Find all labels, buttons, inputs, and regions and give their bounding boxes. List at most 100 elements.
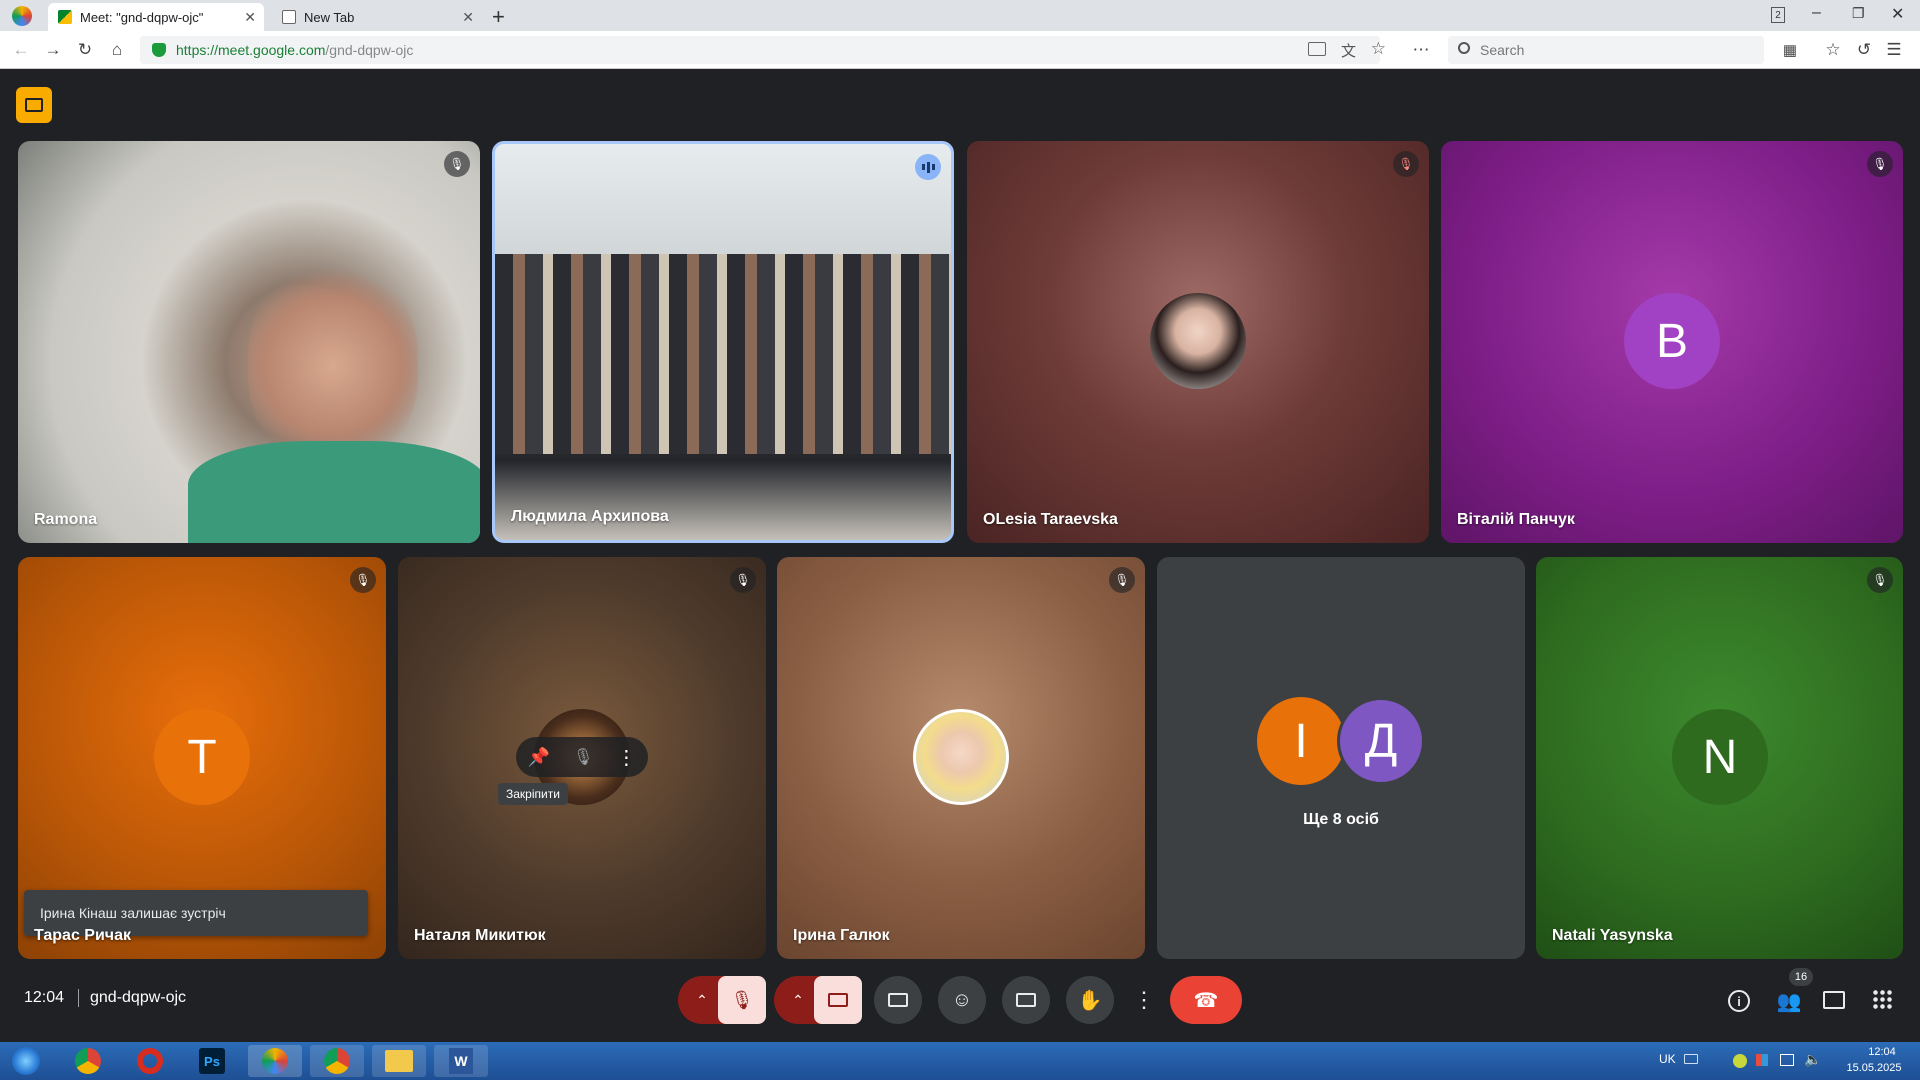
meeting-time: 12:04 — [24, 989, 65, 1006]
network-icon[interactable] — [1780, 1054, 1794, 1066]
participant-tile-iryna[interactable]: 🎙 Ірина Галюк — [777, 557, 1145, 959]
clock-time[interactable]: 12:04 — [1852, 1046, 1912, 1058]
chrome-taskbar-icon[interactable] — [66, 1045, 110, 1077]
photoshop-taskbar-icon[interactable]: Ps — [190, 1045, 234, 1077]
tab-meet[interactable]: Meet: "gnd-dqpw-ojc" ✕ — [48, 3, 264, 31]
mic-toggle-button[interactable]: 🎙 — [718, 976, 766, 1024]
action-center-flag-icon[interactable] — [1756, 1054, 1768, 1066]
mic-off-icon: 🎙 — [1867, 567, 1893, 593]
close-tab-icon[interactable]: ✕ — [244, 9, 256, 26]
back-icon[interactable]: ← — [10, 39, 32, 61]
browser-logo-icon[interactable] — [12, 6, 32, 26]
address-bar[interactable]: https://meet.google.com/gnd-dqpw-ojc 文 ☆ — [140, 36, 1386, 64]
others-count-label: Ще 8 осіб — [1303, 811, 1379, 828]
restore-button[interactable]: ❐ — [1852, 5, 1865, 22]
browser-taskbar-icon[interactable] — [248, 1045, 302, 1077]
captions-button[interactable] — [874, 976, 922, 1024]
tab-meet-label: Meet: "gnd-dqpw-ojc" — [80, 9, 204, 25]
tab-new[interactable]: New Tab ✕ — [272, 3, 482, 31]
language-indicator[interactable]: UK — [1659, 1052, 1676, 1066]
history-icon[interactable]: ↺ — [1853, 39, 1875, 61]
chat-icon[interactable] — [1823, 991, 1845, 1009]
participant-tile-ramona[interactable]: 🎙 Ramona — [18, 141, 480, 543]
participant-tile-vitalii[interactable]: В 🎙 Віталій Панчук — [1441, 141, 1903, 543]
participant-name: Тарас Ричак — [34, 927, 131, 944]
speaking-indicator-icon — [915, 154, 941, 180]
mic-off-icon: 🎙 — [1393, 151, 1419, 177]
meeting-divider — [78, 989, 79, 1007]
participant-tile-natalia[interactable]: 📌 🎙 ⋮ Закріпити 🎙 Наталя Микитюк — [398, 557, 766, 959]
camera-toggle-button[interactable] — [814, 976, 862, 1024]
participant-name: Ірина Галюк — [793, 927, 890, 944]
present-icon — [1016, 993, 1036, 1007]
clock-date[interactable]: 15.05.2025 — [1836, 1062, 1912, 1074]
chrome-window-taskbar-icon[interactable] — [310, 1045, 364, 1077]
leave-call-button[interactable]: ☎ — [1170, 976, 1242, 1024]
url-path: /gnd-dqpw-ojc — [325, 42, 414, 58]
people-count-badge: 16 — [1789, 968, 1813, 986]
present-screen-button[interactable] — [1002, 976, 1050, 1024]
url-host: https://meet.google.com — [176, 42, 326, 58]
participant-name: Людмила Архипова — [511, 508, 669, 525]
participant-photo-avatar — [1150, 293, 1246, 389]
reactions-button[interactable]: ☺ — [938, 976, 986, 1024]
meet-favicon-icon — [58, 10, 72, 24]
emoji-icon: ☺ — [951, 988, 973, 1011]
minimize-button[interactable]: – — [1812, 4, 1821, 22]
mute-participant-icon[interactable]: 🎙 — [573, 747, 593, 767]
meet-stage: 🎙 Ramona Людмила Архипова 🎙 OLesia Tarae… — [0, 69, 1920, 1042]
mic-off-icon: 🎙 — [1109, 567, 1135, 593]
audience-video — [495, 254, 951, 454]
keyboard-icon[interactable] — [1684, 1054, 1698, 1064]
participant-tile-taras[interactable]: Т 🎙 Ірина Кінаш залишає зустріч Тарас Ри… — [18, 557, 386, 959]
camera-off-icon — [828, 993, 848, 1007]
hang-up-icon: ☎ — [1193, 989, 1219, 1012]
file-explorer-taskbar-icon[interactable] — [372, 1045, 426, 1077]
activities-grid-icon[interactable] — [1872, 989, 1892, 1009]
others-initial-avatar: Д — [1337, 697, 1425, 785]
tab-count-badge[interactable]: 2 — [1771, 7, 1785, 23]
participant-tile-olesia[interactable]: 🎙 OLesia Taraevska — [967, 141, 1429, 543]
reader-mode-icon[interactable] — [1308, 42, 1326, 56]
opera-taskbar-icon[interactable] — [128, 1045, 172, 1077]
start-button[interactable] — [4, 1045, 48, 1077]
browser-toolbar: ← → ↻ ⌂ https://meet.google.com/gnd-dqpw… — [0, 31, 1920, 69]
more-options-icon[interactable]: ⋮ — [616, 745, 636, 770]
participant-video — [248, 261, 418, 471]
close-window-button[interactable]: ✕ — [1891, 4, 1904, 24]
tab-new-label: New Tab — [304, 9, 355, 25]
recording-indicator-icon[interactable] — [16, 87, 52, 123]
tray-status-icon[interactable] — [1733, 1054, 1747, 1068]
meeting-info-icon[interactable]: i — [1728, 990, 1750, 1012]
participant-tile-lyudmyla[interactable]: Людмила Архипова — [492, 141, 954, 543]
reload-icon[interactable]: ↻ — [74, 39, 96, 61]
tile-hover-controls: 📌 🎙 ⋮ — [516, 737, 648, 777]
home-icon[interactable]: ⌂ — [106, 39, 128, 61]
pin-tooltip: Закріпити — [498, 783, 568, 805]
more-options-button[interactable]: ⋮ — [1130, 976, 1158, 1024]
participant-tile-natali[interactable]: N 🎙 Natali Yasynska — [1536, 557, 1903, 959]
others-tile[interactable]: І Д Ще 8 осіб — [1157, 557, 1525, 959]
participant-name: OLesia Taraevska — [983, 511, 1118, 528]
participant-name: Natali Yasynska — [1552, 927, 1673, 944]
people-button[interactable]: 👥 — [1775, 987, 1803, 1015]
pin-icon[interactable]: 📌 — [528, 747, 550, 768]
mic-off-icon: 🎙 — [444, 151, 470, 177]
translate-icon[interactable]: 文 — [1341, 40, 1356, 61]
favorites-icon[interactable]: ☆ — [1822, 39, 1844, 61]
participant-initial-avatar: В — [1624, 293, 1720, 389]
search-input[interactable]: Search — [1448, 36, 1764, 64]
menu-icon[interactable]: ☰ — [1883, 39, 1905, 61]
volume-icon[interactable]: 🔈 — [1804, 1051, 1821, 1068]
forward-icon[interactable]: → — [42, 39, 64, 61]
new-tab-button[interactable]: + — [492, 4, 505, 30]
close-tab-icon[interactable]: ✕ — [462, 9, 474, 26]
mic-off-icon: 🎙 — [1867, 151, 1893, 177]
apps-grid-icon[interactable]: ▦ — [1779, 39, 1801, 61]
participant-shirt — [188, 441, 480, 543]
more-actions-icon[interactable]: ⋯ — [1410, 39, 1432, 61]
secure-shield-icon — [152, 43, 166, 57]
bookmark-star-icon[interactable]: ☆ — [1371, 39, 1386, 59]
raise-hand-button[interactable]: ✋ — [1066, 976, 1114, 1024]
word-taskbar-icon[interactable]: W — [434, 1045, 488, 1077]
